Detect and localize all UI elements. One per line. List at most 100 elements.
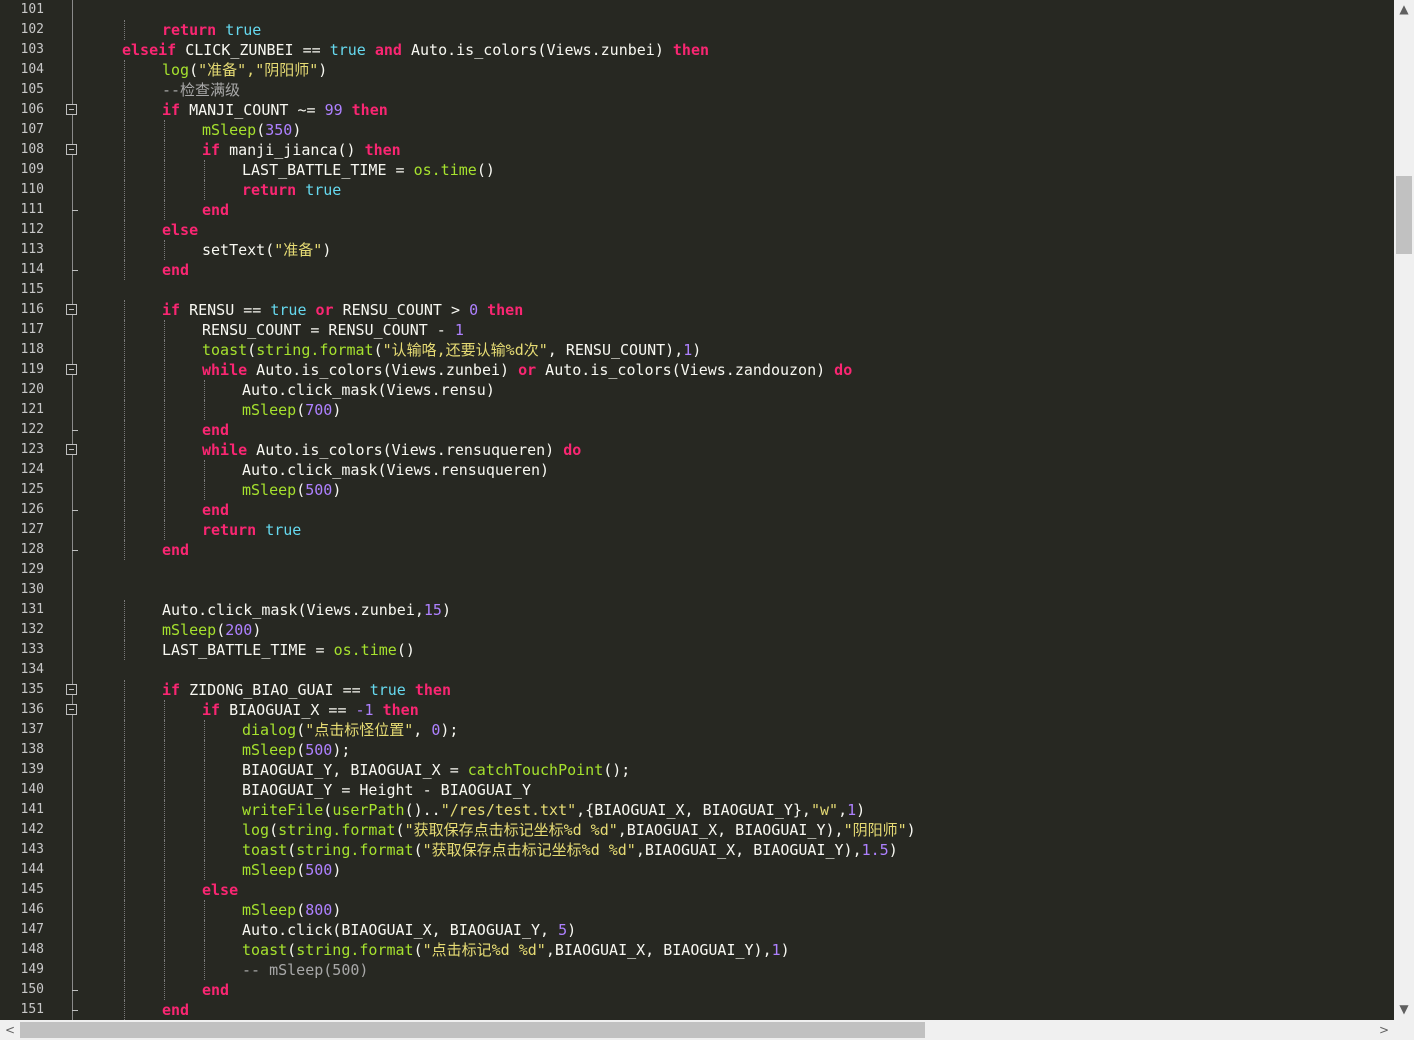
vertical-scrollbar[interactable]: ▲ ▼ [1394,0,1414,1020]
code-token: else [162,221,199,239]
fold-toggle-icon[interactable] [66,364,77,375]
code-token: ) [332,861,342,879]
fold-toggle-icon[interactable] [66,444,77,455]
code-line[interactable]: RENSU_COUNT = RENSU_COUNT - 1 [82,320,464,340]
code-token: ) [780,941,790,959]
fold-toggle-icon[interactable] [66,144,77,155]
scroll-up-arrow-icon[interactable]: ▲ [1396,2,1412,16]
code-token: true [369,681,406,699]
indent-guide [204,860,205,880]
code-line[interactable]: Auto.click_mask(Views.zunbei,15) [82,600,451,620]
code-line[interactable]: if MANJI_COUNT ~= 99 then [82,100,388,120]
fold-toggle-icon[interactable] [66,684,77,695]
code-line[interactable]: mSleep(500) [82,480,341,500]
indent-guide [164,420,165,440]
code-line[interactable]: else [82,880,238,900]
line-number: 128 [20,542,44,557]
scroll-down-arrow-icon[interactable]: ▼ [1396,1002,1412,1016]
code-line[interactable]: if ZIDONG_BIAO_GUAI == true then [82,680,451,700]
code-line[interactable]: --检查满级 [82,80,240,100]
code-line[interactable]: if manji_jianca() then [82,140,401,160]
code-token: () [476,161,495,179]
code-token: mSleep [202,121,257,139]
scroll-right-arrow-icon[interactable]: > [1376,1023,1392,1037]
code-line[interactable]: return true [82,520,301,540]
indent-guide [124,460,125,480]
code-token: Auto.is_colors(Views.zunbei) [247,361,519,379]
code-line[interactable]: toast(string.format("认输咯,还要认输%d次", RENSU… [82,340,701,360]
code-line[interactable]: return true [82,180,341,200]
code-line[interactable]: dialog("点击标怪位置", 0); [82,720,458,740]
code-token: string.format [278,821,396,839]
indent-guide [124,440,125,460]
code-token: MANJI_COUNT ~= [180,101,325,119]
scrollbar-corner [1394,1020,1414,1040]
code-token: do [834,361,853,379]
code-line[interactable]: mSleep(200) [82,620,261,640]
code-line[interactable]: return true [82,20,261,40]
code-line[interactable]: Auto.click(BIAOGUAI_X, BIAOGUAI_Y, 5) [82,920,576,940]
code-token: mSleep [242,741,297,759]
code-line[interactable]: log(string.format("获取保存点击标记坐标%d %d",BIAO… [82,820,916,840]
indent-guide [164,460,165,480]
code-line[interactable]: setText("准备") [82,240,331,260]
fold-toggle-icon[interactable] [66,304,77,315]
code-token: end [162,541,190,559]
code-line[interactable]: mSleep(800) [82,900,341,920]
indent-guide [124,700,125,720]
code-token: ( [189,61,199,79]
code-line[interactable]: end [82,260,189,280]
horizontal-scroll-thumb[interactable] [20,1022,925,1038]
code-token: dialog [242,721,297,739]
code-line[interactable]: end [82,420,229,440]
code-token: -- mSleep(500) [242,961,369,979]
code-line[interactable]: else [82,220,198,240]
code-line[interactable]: toast(string.format("点击标记%d %d",BIAOGUAI… [82,940,790,960]
line-number: 145 [20,882,44,897]
code-line[interactable]: Auto.click_mask(Views.rensuqueren) [82,460,549,480]
code-line[interactable]: BIAOGUAI_Y = Height - BIAOGUAI_Y [82,780,531,800]
code-token: mSleep [242,861,297,879]
scroll-left-arrow-icon[interactable]: < [2,1023,18,1037]
fold-toggle-icon[interactable] [66,104,77,115]
indent-guide [124,960,125,980]
indent-guide [124,120,125,140]
code-token: 500 [305,481,333,499]
code-line[interactable]: mSleep(350) [82,120,301,140]
code-line[interactable]: end [82,1000,189,1020]
code-line[interactable]: Auto.click_mask(Views.rensu) [82,380,495,400]
code-token: ( [247,341,257,359]
code-token: catchTouchPoint [467,761,604,779]
line-number: 143 [20,842,44,857]
code-line[interactable]: while Auto.is_colors(Views.zunbei) or Au… [82,360,852,380]
code-line[interactable]: elseif CLICK_ZUNBEI == true and Auto.is_… [82,40,709,60]
code-token: mSleep [242,481,297,499]
code-token: setText( [202,241,275,259]
code-token: 1 [847,801,857,819]
code-token: BIAOGUAI_Y = Height - BIAOGUAI_Y [242,781,531,799]
vertical-scroll-thumb[interactable] [1396,176,1412,254]
code-line[interactable]: if BIAOGUAI_X == -1 then [82,700,419,720]
code-line[interactable]: end [82,500,229,520]
code-line[interactable]: writeFile(userPath().."/res/test.txt",{B… [82,800,865,820]
code-token: "点击标怪位置" [305,721,414,739]
code-line[interactable]: LAST_BATTLE_TIME = os.time() [82,160,495,180]
code-line[interactable]: if RENSU == true or RENSU_COUNT > 0 then [82,300,523,320]
fold-toggle-icon[interactable] [66,704,77,715]
code-line[interactable]: log("准备","阴阳师") [82,60,327,80]
code-line[interactable]: while Auto.is_colors(Views.rensuqueren) … [82,440,581,460]
code-line[interactable]: mSleep(500); [82,740,350,760]
code-line[interactable]: LAST_BATTLE_TIME = os.time() [82,640,415,660]
code-line[interactable]: mSleep(500) [82,860,341,880]
indent-guide [204,740,205,760]
code-line[interactable]: end [82,540,189,560]
line-number: 129 [20,562,44,577]
code-line[interactable]: end [82,980,229,1000]
code-line[interactable]: end [82,200,229,220]
code-line[interactable]: mSleep(700) [82,400,341,420]
code-editor[interactable]: 101 102 103 104 105 106 107 108 109 110 111 112 113 1… [0,0,1394,1020]
line-number: 116 [20,302,44,317]
